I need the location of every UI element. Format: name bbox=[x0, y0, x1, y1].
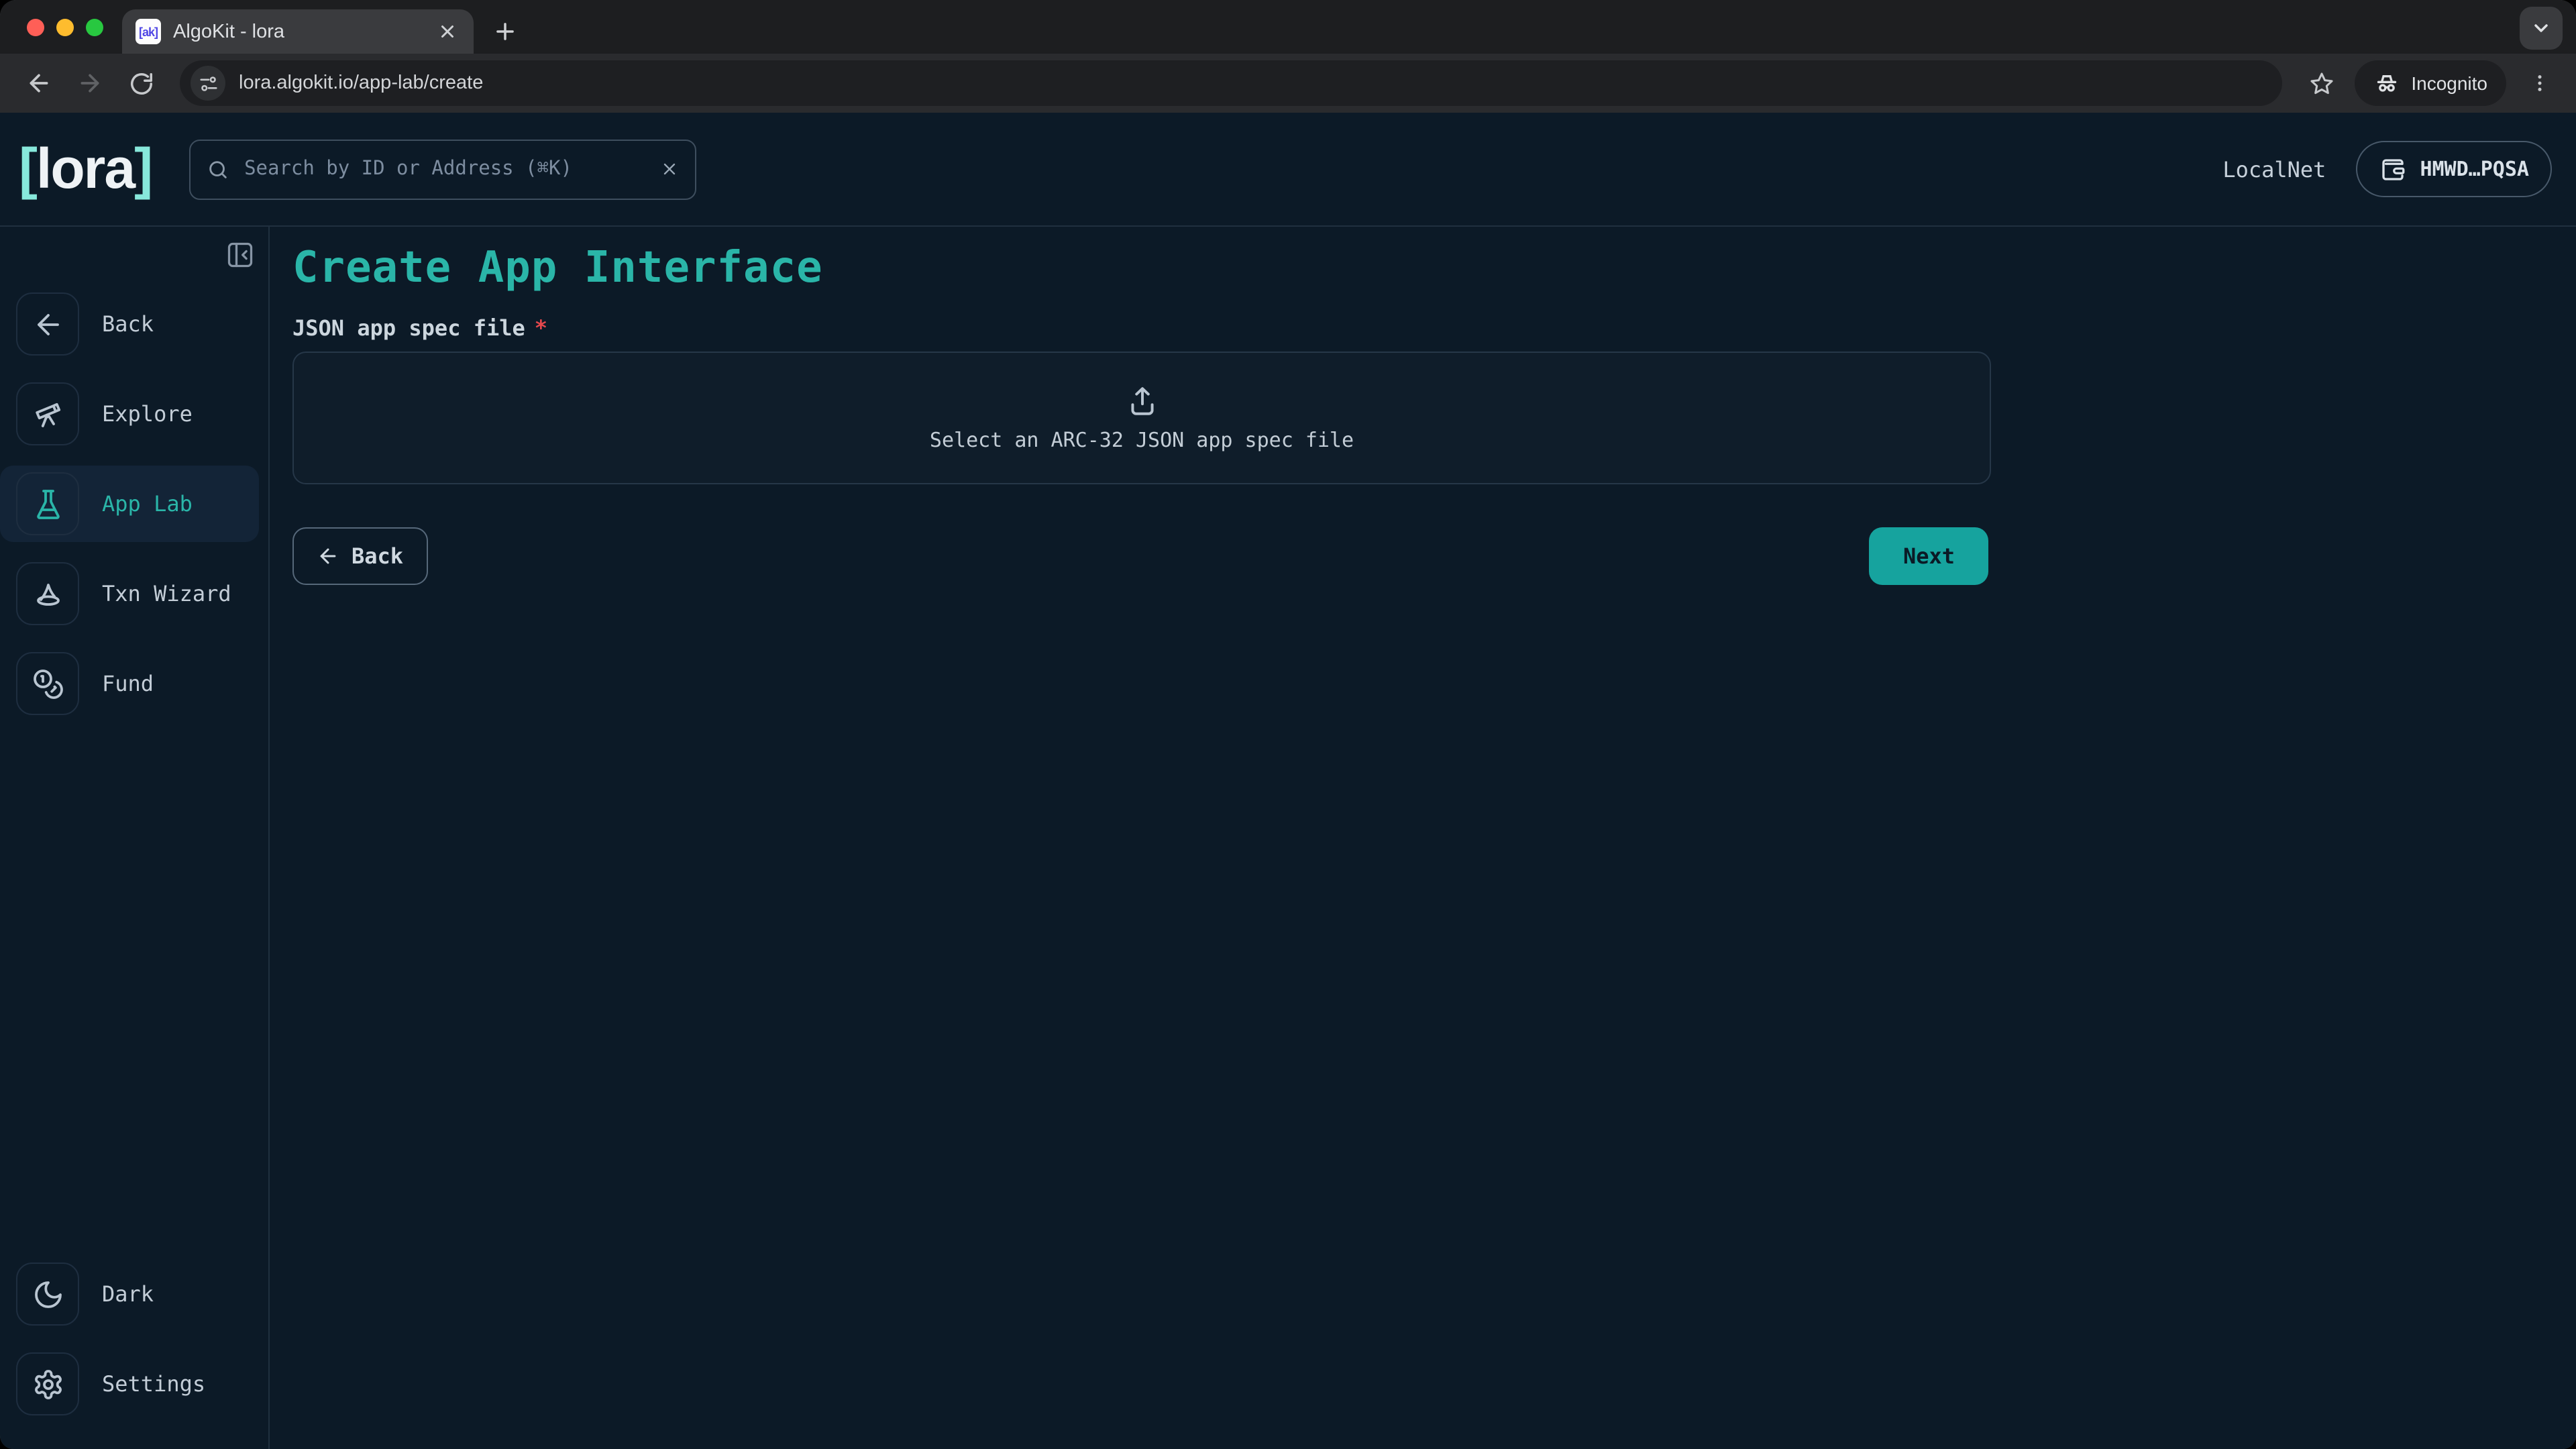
global-search[interactable] bbox=[189, 139, 696, 199]
forward-nav-button[interactable] bbox=[67, 60, 113, 106]
sidebar-item-fund[interactable]: Fund bbox=[0, 645, 259, 722]
browser-window: [ak] AlgoKit - lora lora.algokit bbox=[0, 0, 2576, 1449]
clear-search-icon[interactable] bbox=[660, 160, 679, 178]
gear-icon bbox=[16, 1352, 79, 1415]
incognito-badge: Incognito bbox=[2355, 60, 2506, 106]
next-button[interactable]: Next bbox=[1870, 527, 1988, 585]
url-text: lora.algokit.io/app-lab/create bbox=[239, 72, 2274, 94]
tab-title: AlgoKit - lora bbox=[173, 21, 421, 42]
sidebar-item-settings[interactable]: Settings bbox=[0, 1346, 259, 1422]
wallet-icon bbox=[2378, 155, 2406, 183]
arrow-left-icon bbox=[25, 70, 52, 97]
close-tab-icon[interactable] bbox=[433, 18, 460, 45]
wizard-hat-icon bbox=[16, 562, 79, 625]
page-title: Create App Interface bbox=[292, 241, 2576, 292]
sidebar-item-app-lab[interactable]: App Lab bbox=[0, 466, 259, 542]
tab-favicon: [ak] bbox=[136, 19, 161, 44]
collapse-sidebar-button[interactable] bbox=[223, 237, 258, 272]
back-button[interactable]: Back bbox=[292, 527, 427, 585]
address-bar[interactable]: lora.algokit.io/app-lab/create bbox=[180, 60, 2282, 106]
sidebar-item-label: Explore bbox=[102, 401, 193, 427]
sidebar: Back Explore App Lab bbox=[0, 227, 270, 1449]
required-marker: * bbox=[535, 315, 547, 341]
sidebar-item-label: Back bbox=[102, 311, 154, 337]
incognito-icon bbox=[2373, 70, 2400, 97]
sidebar-item-label: Txn Wizard bbox=[102, 581, 231, 606]
panel-left-close-icon bbox=[225, 240, 255, 270]
arrow-right-icon bbox=[76, 70, 103, 97]
sidebar-item-label: App Lab bbox=[102, 491, 193, 517]
moon-icon bbox=[16, 1263, 79, 1326]
app-spec-dropzone[interactable]: Select an ARC-32 JSON app spec file bbox=[292, 352, 1991, 484]
new-tab-button[interactable] bbox=[484, 11, 525, 51]
main-content: Create App Interface JSON app spec file*… bbox=[270, 227, 2576, 1449]
app-header: [lora] LocalNet HMWD…PQSA bbox=[0, 113, 2576, 227]
wallet-button[interactable]: HMWD…PQSA bbox=[2355, 141, 2552, 197]
site-settings-icon[interactable] bbox=[191, 66, 225, 101]
browser-menu-button[interactable] bbox=[2520, 63, 2560, 103]
telescope-icon bbox=[16, 382, 79, 445]
network-label[interactable]: LocalNet bbox=[2222, 156, 2326, 182]
close-window-button[interactable] bbox=[27, 18, 44, 36]
sidebar-item-label: Settings bbox=[102, 1371, 205, 1397]
fullscreen-window-button[interactable] bbox=[86, 18, 103, 36]
arrow-left-icon bbox=[317, 545, 339, 568]
lora-logo[interactable]: [lora] bbox=[19, 141, 152, 197]
browser-tab[interactable]: [ak] AlgoKit - lora bbox=[122, 9, 474, 54]
tab-strip: [ak] AlgoKit - lora bbox=[0, 0, 2576, 54]
sidebar-footer: Dark Settings bbox=[0, 1256, 268, 1449]
dropzone-text: Select an ARC-32 JSON app spec file bbox=[930, 427, 1354, 451]
theme-toggle-dark[interactable]: Dark bbox=[0, 1256, 259, 1332]
field-label: JSON app spec file* bbox=[292, 315, 2576, 341]
lora-app: [lora] LocalNet HMWD…PQSA bbox=[0, 113, 2576, 1449]
coins-icon bbox=[16, 652, 79, 715]
minimize-window-button[interactable] bbox=[56, 18, 74, 36]
search-icon bbox=[207, 158, 229, 180]
browser-toolbar: lora.algokit.io/app-lab/create Incognito bbox=[0, 54, 2576, 113]
flask-icon bbox=[16, 472, 79, 535]
wallet-address: HMWD…PQSA bbox=[2420, 157, 2529, 181]
sidebar-item-explore[interactable]: Explore bbox=[0, 376, 259, 452]
form-actions: Back Next bbox=[292, 527, 1988, 585]
sidebar-item-txn-wizard[interactable]: Txn Wizard bbox=[0, 555, 259, 632]
back-nav-button[interactable] bbox=[16, 60, 62, 106]
upload-icon bbox=[1125, 384, 1159, 418]
reload-button[interactable] bbox=[118, 60, 164, 106]
tab-search-button[interactable] bbox=[2520, 7, 2563, 50]
reload-icon bbox=[128, 70, 154, 96]
incognito-label: Incognito bbox=[2411, 72, 2487, 94]
sidebar-item-label: Fund bbox=[102, 671, 154, 696]
sidebar-item-back[interactable]: Back bbox=[0, 286, 259, 362]
arrow-left-icon bbox=[16, 292, 79, 356]
bookmark-star-icon[interactable] bbox=[2298, 60, 2344, 106]
sidebar-nav: Back Explore App Lab bbox=[0, 286, 268, 722]
sidebar-item-label: Dark bbox=[102, 1281, 154, 1307]
chevron-down-icon bbox=[2530, 17, 2552, 39]
search-input[interactable] bbox=[241, 157, 648, 181]
kebab-menu-icon bbox=[2529, 72, 2551, 94]
window-controls bbox=[0, 0, 122, 54]
